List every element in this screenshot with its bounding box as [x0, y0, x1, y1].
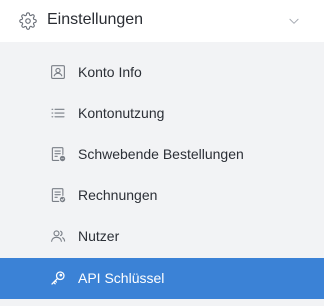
section-title: Einstellungen — [47, 11, 144, 28]
menu-item-label: Konto Info — [78, 64, 142, 80]
menu-item-konto-info[interactable]: Konto Info — [0, 52, 324, 93]
menu-item-kontonutzung[interactable]: Kontonutzung — [0, 93, 324, 134]
gear-icon — [19, 12, 37, 30]
menu-item-label: Nutzer — [78, 228, 120, 244]
menu-item-api-schluessel[interactable]: API Schlüssel — [0, 258, 324, 299]
users-icon — [51, 230, 66, 242]
menu-item-label: Rechnungen — [78, 187, 158, 203]
menu-item-label: Kontonutzung — [78, 105, 165, 121]
menu-item-nutzer[interactable]: Nutzer — [0, 216, 324, 257]
settings-menu: Einstellungen Konto Info Kontonutzung Sc… — [0, 0, 324, 306]
menu-item-label: Schwebende Bestellungen — [78, 146, 244, 162]
invoice-check-icon — [51, 188, 66, 203]
menu-item-schwebende-bestellungen[interactable]: Schwebende Bestellungen — [0, 134, 324, 175]
chevron-down-icon[interactable] — [287, 14, 301, 28]
settings-section-header[interactable]: Einstellungen — [0, 0, 324, 42]
menu-item-rechnungen[interactable]: Rechnungen — [0, 175, 324, 216]
pending-document-icon — [51, 147, 66, 162]
settings-submenu: Konto Info Kontonutzung Schwebende Beste… — [0, 42, 324, 306]
list-icon — [51, 108, 65, 118]
menu-item-label: API Schlüssel — [78, 270, 165, 286]
id-card-icon — [51, 65, 65, 79]
key-icon — [51, 271, 65, 285]
